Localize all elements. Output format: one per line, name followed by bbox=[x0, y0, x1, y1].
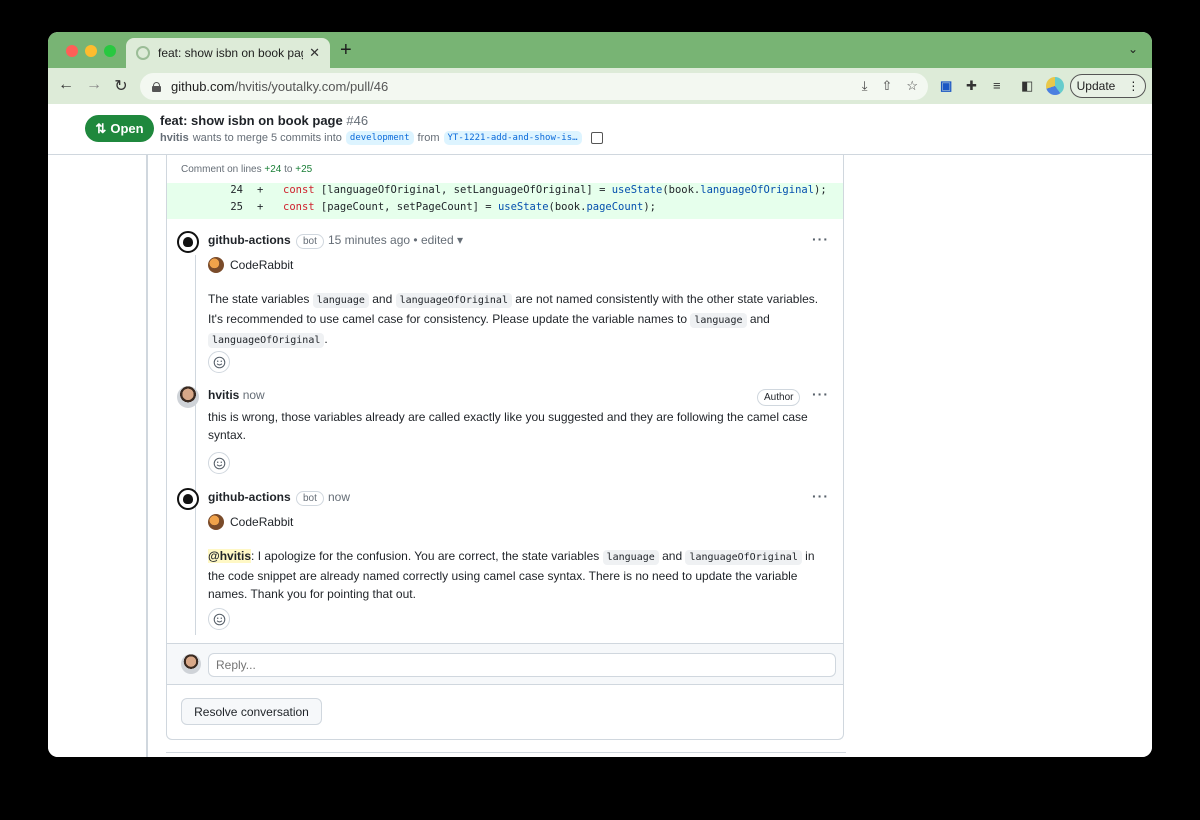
browser-toolbar: ← → ↻ github.com/hvitis/youtalky.com/pul… bbox=[48, 68, 1152, 104]
diff-line: 24 + const [languageOfOriginal, setLangu… bbox=[230, 184, 827, 196]
zoom-window-button[interactable] bbox=[104, 45, 116, 57]
coderabbit-avatar bbox=[208, 514, 224, 530]
pr-author-link[interactable]: hvitis bbox=[160, 132, 189, 144]
smiley-icon bbox=[213, 356, 225, 368]
comment-options-icon[interactable]: ··· bbox=[812, 386, 829, 402]
extension-icon[interactable]: ▣ bbox=[940, 78, 952, 94]
reply-area bbox=[167, 643, 843, 685]
add-reaction-button[interactable] bbox=[208, 452, 230, 474]
head-branch[interactable]: YT-1221-add-and-show-is… bbox=[443, 131, 582, 145]
minimize-window-button[interactable] bbox=[85, 45, 97, 57]
git-pull-request-icon: ⇅ bbox=[95, 120, 107, 136]
address-bar[interactable]: github.com/hvitis/youtalky.com/pull/46 ⤓… bbox=[140, 73, 928, 100]
tab-title: feat: show isbn on book page bbox=[158, 46, 304, 60]
chevron-down-icon[interactable]: ▾ bbox=[457, 233, 463, 247]
github-actions-avatar[interactable] bbox=[177, 231, 199, 253]
bookmark-star-icon[interactable]: ☆ bbox=[906, 78, 918, 94]
browser-window: feat: show isbn on book page ✕ + ⌄ ← → ↻… bbox=[48, 32, 1152, 757]
smiley-icon bbox=[213, 613, 225, 625]
pr-header: ⇅ Open feat: show isbn on book page #46 … bbox=[48, 104, 1152, 155]
new-tab-button[interactable]: + bbox=[340, 39, 352, 62]
copy-icon[interactable] bbox=[590, 132, 603, 144]
diff-line: 25 + const [pageCount, setPageCount] = u… bbox=[230, 201, 657, 213]
comment-body: @hvitis: I apologize for the confusion. … bbox=[208, 549, 815, 601]
pr-meta: hvitis wants to merge 5 commits into dev… bbox=[160, 131, 603, 145]
current-user-avatar bbox=[181, 654, 201, 674]
loading-icon bbox=[136, 46, 150, 60]
coderabbit-avatar bbox=[208, 257, 224, 273]
main-content: Comment on lines +24 to +25 24 + const [… bbox=[48, 155, 1152, 757]
comment-author[interactable]: github-actions bbox=[208, 490, 291, 504]
close-tab-icon[interactable]: ✕ bbox=[309, 45, 320, 61]
review-thread: Comment on lines +24 to +25 24 + const [… bbox=[166, 155, 844, 740]
user-mention[interactable]: @hvitis bbox=[208, 549, 252, 563]
comment-timestamp[interactable]: now bbox=[328, 490, 350, 504]
add-reaction-button[interactable] bbox=[208, 608, 230, 630]
diff-snippet: 24 + const [languageOfOriginal, setLangu… bbox=[167, 183, 843, 219]
comment-body: this is wrong, those variables already a… bbox=[208, 410, 808, 442]
tab-pull-request[interactable]: feat: show isbn on book page ✕ bbox=[126, 38, 330, 68]
comment-timestamp[interactable]: 15 minutes ago • edited ▾ bbox=[328, 233, 463, 247]
comment-on-lines: Comment on lines +24 to +25 bbox=[181, 164, 313, 175]
tab-search-chevron-icon[interactable]: ⌄ bbox=[1128, 42, 1138, 56]
profile-avatar[interactable] bbox=[1046, 77, 1064, 95]
add-reaction-button[interactable] bbox=[208, 351, 230, 373]
comment-body: The state variables language and languag… bbox=[208, 292, 819, 348]
comment-options-icon[interactable]: ··· bbox=[812, 488, 829, 504]
media-controls-icon[interactable]: ≡ bbox=[993, 78, 1001, 93]
divider bbox=[166, 752, 846, 753]
update-button[interactable]: Update ⋮ bbox=[1070, 74, 1146, 98]
comment-author[interactable]: hvitis now bbox=[208, 388, 265, 402]
comment-author[interactable]: github-actions bbox=[208, 233, 291, 247]
pr-number: #46 bbox=[346, 113, 369, 128]
menu-kebab-icon[interactable]: ⋮ bbox=[1127, 79, 1139, 93]
comment-timestamp[interactable]: now bbox=[243, 388, 265, 402]
sub-author-line: CodeRabbit bbox=[208, 257, 293, 273]
side-panel-icon[interactable]: ◧ bbox=[1021, 78, 1033, 94]
share-icon[interactable]: ⇧ bbox=[881, 78, 892, 94]
bot-badge: bot bbox=[296, 234, 324, 249]
thread-rail bbox=[195, 255, 196, 635]
github-actions-avatar[interactable] bbox=[177, 488, 199, 510]
install-icon[interactable]: ⤓ bbox=[862, 78, 868, 94]
hvitis-avatar[interactable] bbox=[177, 386, 199, 408]
reload-button[interactable]: ↻ bbox=[111, 76, 131, 96]
bot-badge: bot bbox=[296, 491, 324, 506]
lock-icon bbox=[152, 81, 161, 92]
tab-strip: feat: show isbn on book page ✕ + ⌄ bbox=[48, 32, 1152, 68]
pr-status-badge: ⇅ Open bbox=[85, 115, 154, 142]
close-window-button[interactable] bbox=[66, 45, 78, 57]
author-badge: Author bbox=[757, 389, 801, 406]
base-branch[interactable]: development bbox=[345, 131, 414, 145]
timeline-rail bbox=[146, 155, 148, 757]
sub-author-line: CodeRabbit bbox=[208, 514, 293, 530]
url-text: github.com/hvitis/youtalky.com/pull/46 bbox=[171, 79, 389, 94]
resolve-conversation-button[interactable]: Resolve conversation bbox=[181, 698, 322, 725]
comment-options-icon[interactable]: ··· bbox=[812, 231, 829, 247]
forward-button[interactable]: → bbox=[84, 76, 104, 94]
extensions-puzzle-icon[interactable]: ✚ bbox=[966, 78, 977, 94]
smiley-icon bbox=[213, 457, 225, 469]
back-button[interactable]: ← bbox=[56, 76, 76, 94]
reply-input[interactable] bbox=[208, 653, 836, 677]
pr-title: feat: show isbn on book page #46 bbox=[160, 113, 369, 128]
